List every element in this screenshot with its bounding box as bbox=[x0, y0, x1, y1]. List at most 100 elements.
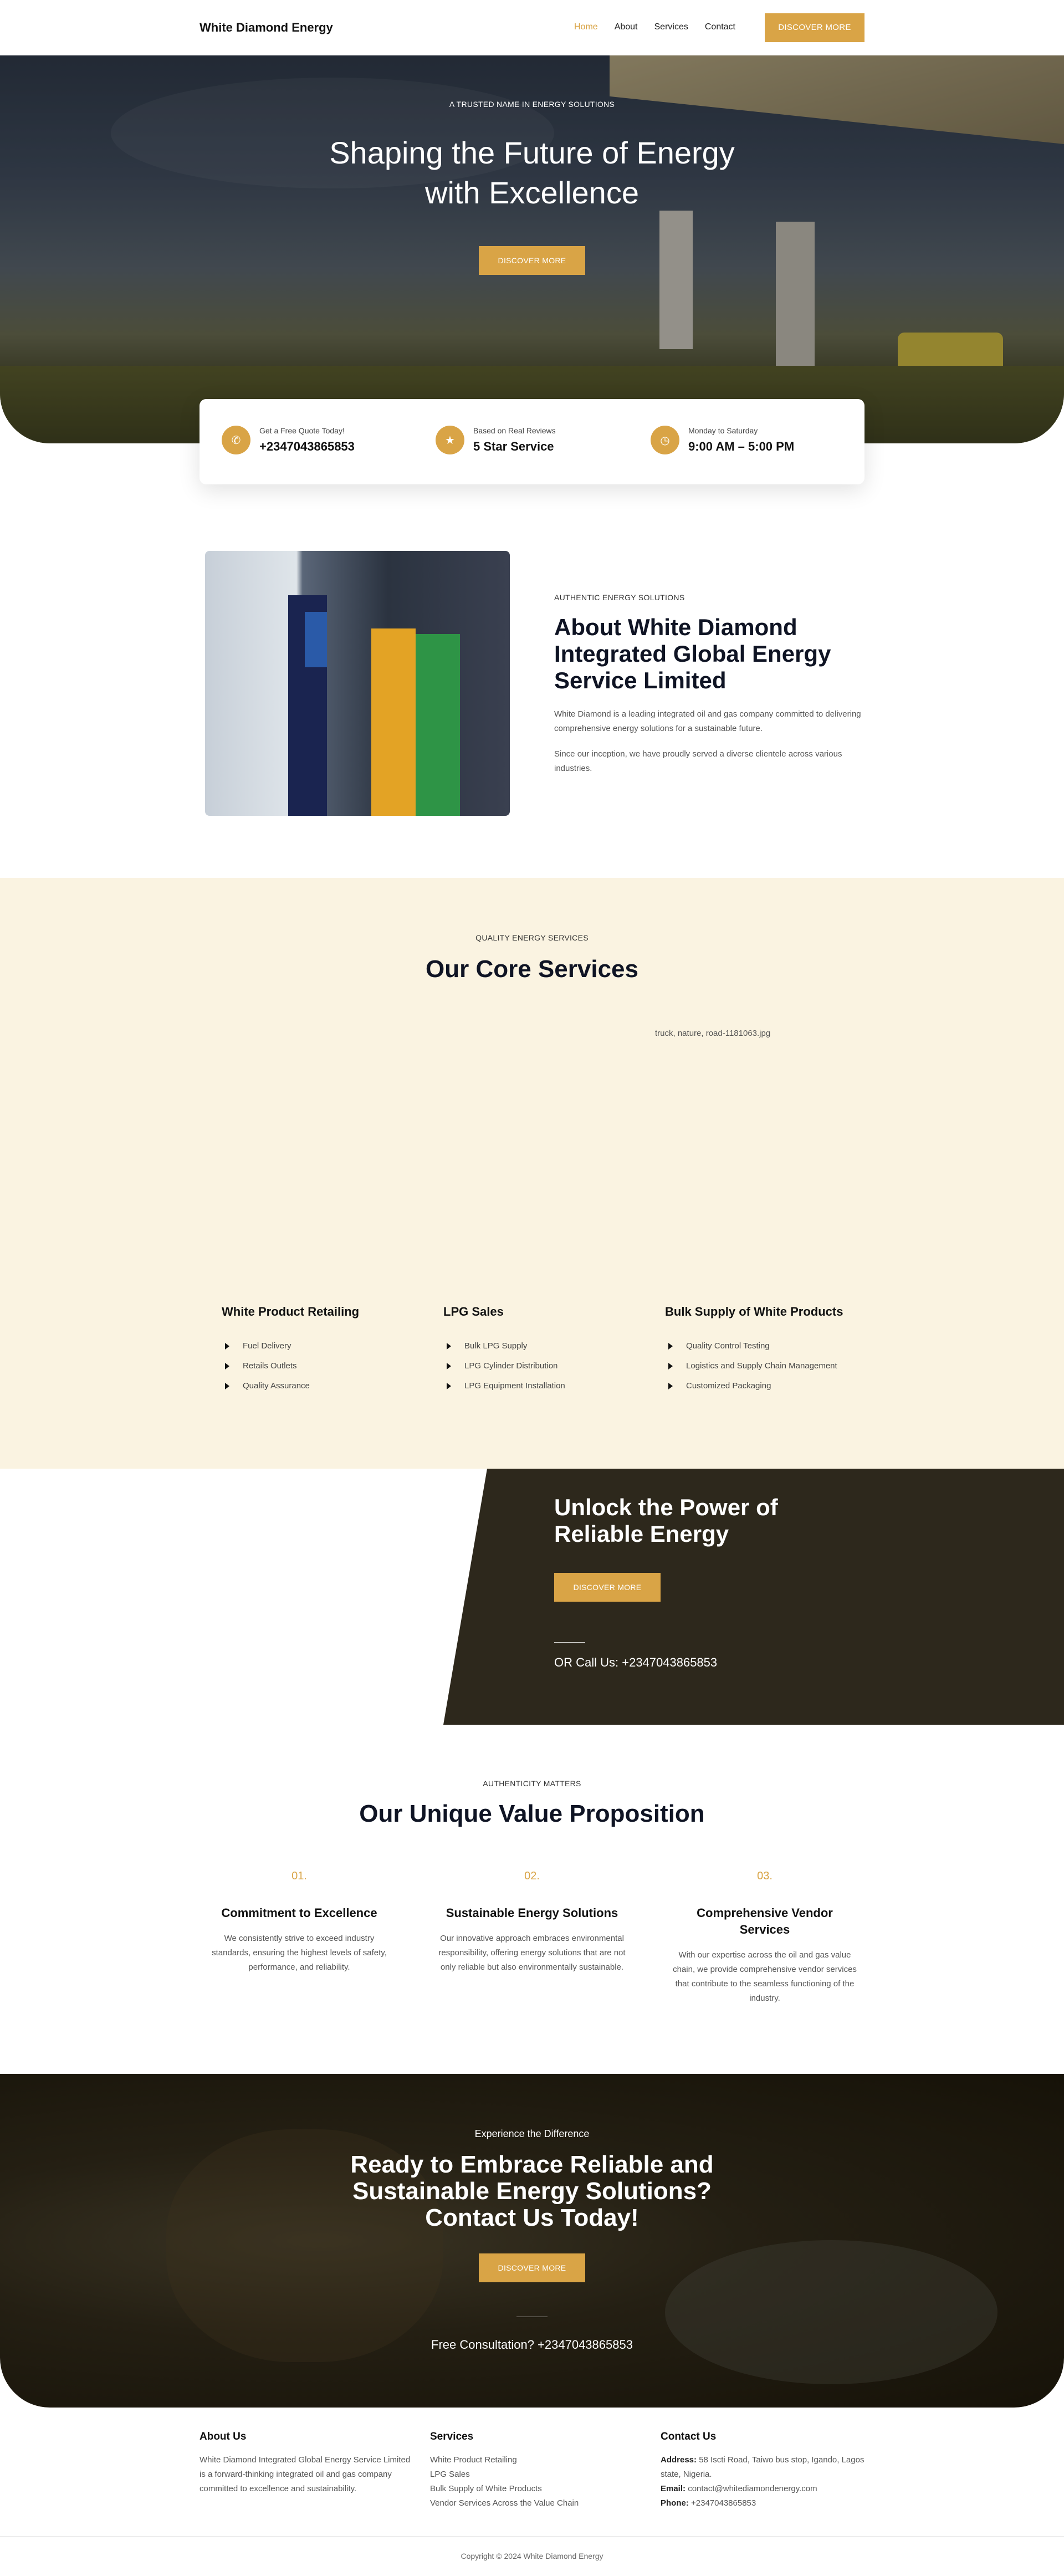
site-header: White Diamond Energy Home About Services… bbox=[0, 0, 1064, 55]
service-item: Retails Outlets bbox=[222, 1361, 432, 1371]
service-column: Bulk Supply of White Products Quality Co… bbox=[665, 1305, 876, 1401]
service-title: LPG Sales bbox=[443, 1305, 504, 1318]
service-item: Quality Control Testing bbox=[665, 1341, 876, 1351]
cta-background-shape bbox=[665, 2240, 998, 2384]
footer-link[interactable]: White Product Retailing bbox=[430, 2453, 646, 2467]
cta-section bbox=[0, 2074, 1064, 2408]
footer-email: Email: contact@whitediamondenergy.com bbox=[661, 2482, 864, 2496]
info-item-reviews: ★ Based on Real Reviews 5 Star Service bbox=[436, 426, 556, 454]
services-title: Our Core Services bbox=[426, 955, 638, 983]
caret-right-icon bbox=[668, 1382, 673, 1389]
footer-link[interactable]: Vendor Services Across the Value Chain bbox=[430, 2496, 646, 2511]
copyright: Copyright © 2024 White Diamond Energy bbox=[461, 2552, 603, 2560]
footer-services: Services White Product Retailing LPG Sal… bbox=[430, 2431, 646, 2511]
service-item: LPG Cylinder Distribution bbox=[443, 1361, 654, 1371]
cta-eyebrow: Experience the Difference bbox=[474, 2128, 590, 2139]
email-label: Email: bbox=[661, 2484, 686, 2493]
service-title: White Product Retailing bbox=[222, 1305, 360, 1318]
info-item-quote: ✆ Get a Free Quote Today! +2347043865853 bbox=[222, 426, 355, 454]
caret-right-icon bbox=[225, 1362, 229, 1369]
phone-icon: ✆ bbox=[222, 426, 250, 454]
nozzle-blue-handle bbox=[305, 612, 327, 667]
hero-title: Shaping the Future of Energy with Excell… bbox=[329, 135, 735, 210]
footer-heading: Services bbox=[430, 2431, 474, 2442]
services-section: QUALITY ENERGY SERVICES Our Core Service… bbox=[0, 878, 1064, 1469]
service-item-label: LPG Cylinder Distribution bbox=[464, 1361, 558, 1371]
brand-logo[interactable]: White Diamond Energy bbox=[200, 21, 333, 35]
service-column: LPG Sales Bulk LPG Supply LPG Cylinder D… bbox=[443, 1305, 654, 1401]
service-column: White Product Retailing Fuel Delivery Re… bbox=[222, 1305, 432, 1401]
unlock-call-text[interactable]: OR Call Us: +2347043865853 bbox=[554, 1655, 717, 1670]
service-item-label: Quality Control Testing bbox=[686, 1341, 770, 1351]
info-item-hours: ◷ Monday to Saturday 9:00 AM – 5:00 PM bbox=[651, 426, 794, 454]
divider bbox=[554, 1642, 585, 1643]
nozzle-yellow bbox=[371, 628, 416, 816]
footer-about: About Us White Diamond Integrated Global… bbox=[200, 2431, 416, 2496]
value-item-text: With our expertise across the oil and ga… bbox=[673, 1950, 857, 2003]
email-value[interactable]: contact@whitediamondenergy.com bbox=[688, 2484, 817, 2493]
info-card: ✆ Get a Free Quote Today! +2347043865853… bbox=[200, 399, 864, 484]
unlock-discover-button[interactable]: DISCOVER MORE bbox=[554, 1573, 661, 1602]
cta-title: Ready to Embrace Reliable and Sustainabl… bbox=[350, 2151, 714, 2231]
header-discover-button[interactable]: DISCOVER MORE bbox=[765, 13, 864, 42]
service-item: Fuel Delivery bbox=[222, 1341, 432, 1351]
service-item-label: Bulk LPG Supply bbox=[464, 1341, 528, 1351]
value-number: 03. bbox=[757, 1870, 773, 1882]
phone-label: Phone: bbox=[661, 2498, 689, 2508]
service-item-label: Fuel Delivery bbox=[243, 1341, 291, 1351]
about-paragraph: Since our inception, we have proudly ser… bbox=[554, 749, 842, 773]
info-value: 5 Star Service bbox=[473, 439, 554, 453]
value-item: 01. Commitment to Excellence We consiste… bbox=[205, 1870, 393, 1975]
caret-right-icon bbox=[447, 1382, 451, 1389]
unlock-title: Unlock the Power of Reliable Energy bbox=[554, 1494, 778, 1547]
nav-services[interactable]: Services bbox=[654, 22, 688, 32]
footer-heading: Contact Us bbox=[661, 2431, 717, 2442]
caret-right-icon bbox=[225, 1342, 229, 1350]
caret-right-icon bbox=[225, 1382, 229, 1389]
hero-eyebrow: A TRUSTED NAME IN ENERGY SOLUTIONS bbox=[449, 100, 615, 109]
info-label: Monday to Saturday bbox=[688, 426, 758, 435]
value-item-title: Sustainable Energy Solutions bbox=[446, 1906, 618, 1920]
address-label: Address: bbox=[661, 2455, 697, 2465]
clock-icon: ◷ bbox=[651, 426, 679, 454]
info-value: 9:00 AM – 5:00 PM bbox=[688, 439, 795, 453]
value-number: 01. bbox=[291, 1870, 307, 1882]
phone-value[interactable]: +2347043865853 bbox=[691, 2498, 756, 2508]
info-label: Get a Free Quote Today! bbox=[259, 426, 345, 435]
footer-divider bbox=[0, 2536, 1064, 2537]
footer-heading: About Us bbox=[200, 2431, 247, 2442]
services-eyebrow: QUALITY ENERGY SERVICES bbox=[475, 933, 589, 942]
footer-address: Address: 58 Iscti Road, Taiwo bus stop, … bbox=[661, 2453, 864, 2482]
caret-right-icon bbox=[668, 1362, 673, 1369]
footer-link[interactable]: Bulk Supply of White Products bbox=[430, 2482, 646, 2496]
info-value[interactable]: +2347043865853 bbox=[259, 439, 355, 454]
footer-link[interactable]: LPG Sales bbox=[430, 2467, 646, 2482]
service-item: LPG Equipment Installation bbox=[443, 1381, 654, 1391]
value-item-title: Comprehensive Vendor Services bbox=[697, 1906, 833, 1936]
main-nav: Home About Services Contact bbox=[574, 22, 752, 32]
about-eyebrow: AUTHENTIC ENERGY SOLUTIONS bbox=[554, 593, 685, 602]
service-item: Quality Assurance bbox=[222, 1381, 432, 1391]
service-item: Logistics and Supply Chain Management bbox=[665, 1361, 876, 1371]
cta-call-text[interactable]: Free Consultation? +2347043865853 bbox=[0, 2338, 1064, 2352]
about-title: About White Diamond Integrated Global En… bbox=[554, 614, 831, 693]
service-item-label: Retails Outlets bbox=[243, 1361, 297, 1371]
info-label: Based on Real Reviews bbox=[473, 426, 556, 435]
footer-contact: Contact Us Address: 58 Iscti Road, Taiwo… bbox=[661, 2431, 864, 2511]
caret-right-icon bbox=[447, 1342, 451, 1350]
footer-phone: Phone: +2347043865853 bbox=[661, 2496, 864, 2511]
value-eyebrow: AUTHENTICITY MATTERS bbox=[483, 1779, 581, 1788]
service-item-label: LPG Equipment Installation bbox=[464, 1381, 565, 1391]
value-item-text: We consistently strive to exceed industr… bbox=[212, 1934, 387, 1972]
nav-about[interactable]: About bbox=[615, 22, 638, 32]
service-item-label: Logistics and Supply Chain Management bbox=[686, 1361, 837, 1371]
nav-contact[interactable]: Contact bbox=[705, 22, 735, 32]
value-item-text: Our innovative approach embraces environ… bbox=[438, 1934, 626, 1972]
hero-discover-button[interactable]: DISCOVER MORE bbox=[479, 246, 585, 275]
service-item-label: Quality Assurance bbox=[243, 1381, 310, 1391]
about-paragraph: White Diamond is a leading integrated oi… bbox=[554, 709, 861, 733]
nav-home[interactable]: Home bbox=[574, 22, 598, 32]
cta-discover-button[interactable]: DISCOVER MORE bbox=[479, 2253, 585, 2282]
fuel-nozzles-image bbox=[205, 551, 510, 816]
caret-right-icon bbox=[447, 1362, 451, 1369]
